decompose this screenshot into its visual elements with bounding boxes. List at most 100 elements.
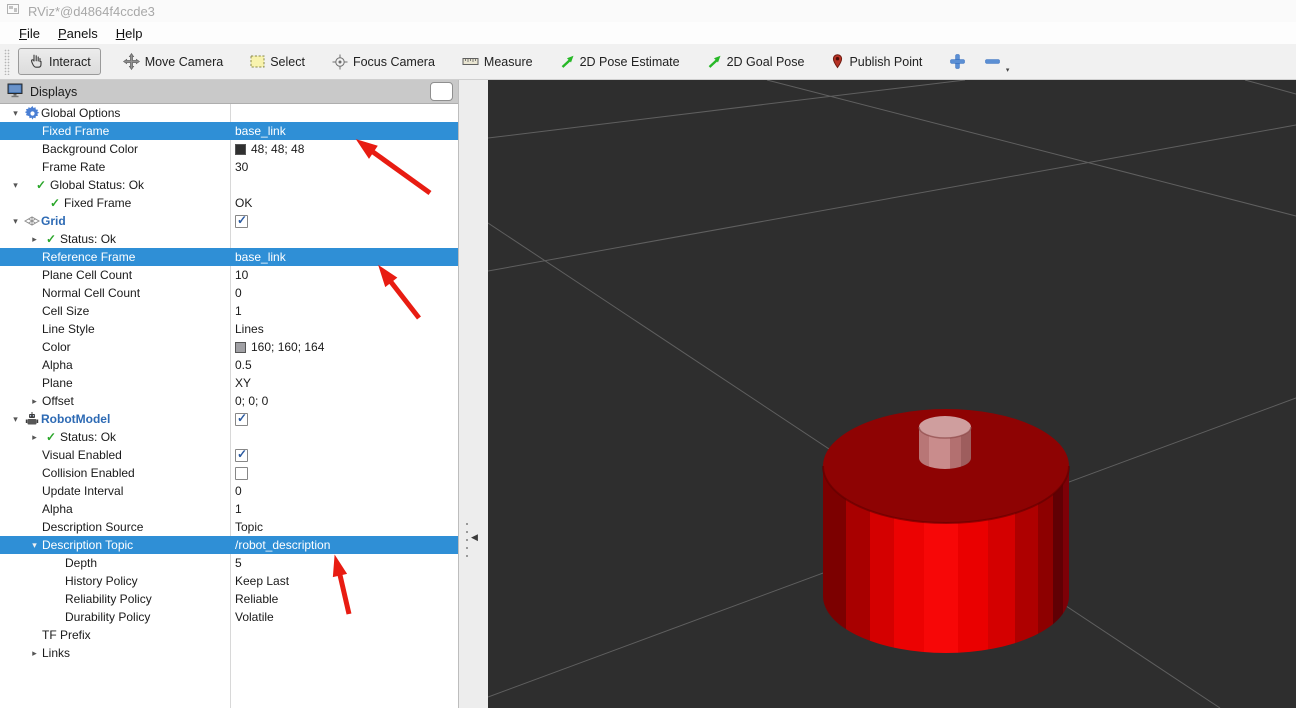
tool-add-tool[interactable]: [949, 53, 966, 70]
tree-row-normal-cell-count[interactable]: Normal Cell Count0: [0, 284, 458, 302]
checkbox-checked[interactable]: ✓: [235, 449, 248, 462]
tree-row-depth[interactable]: Depth5: [0, 554, 458, 572]
tool-interact[interactable]: Interact: [18, 48, 101, 75]
property-value-plane[interactable]: XY: [230, 374, 458, 392]
expander-open-icon[interactable]: ▾: [8, 177, 23, 194]
toolbar-drag-handle[interactable]: [4, 49, 10, 75]
tree-row-visual-enabled[interactable]: Visual Enabled✓: [0, 446, 458, 464]
menu-file[interactable]: File: [10, 24, 49, 43]
tree-row-description-source[interactable]: Description SourceTopic: [0, 518, 458, 536]
property-value-collision-enabled[interactable]: [230, 464, 458, 482]
property-value-reliability-policy[interactable]: Reliable: [230, 590, 458, 608]
tree-row-reliability-policy[interactable]: Reliability PolicyReliable: [0, 590, 458, 608]
property-value-fixed-frame[interactable]: OK: [230, 194, 458, 212]
property-label: RobotModel: [41, 411, 110, 428]
property-value-global-options[interactable]: [230, 104, 458, 122]
property-value-grid[interactable]: ✓: [230, 212, 458, 230]
expander-collapsed-icon[interactable]: ▸: [27, 645, 42, 662]
tree-row-tf-prefix[interactable]: TF Prefix: [0, 626, 458, 644]
property-value-color[interactable]: 160; 160; 164: [230, 338, 458, 356]
tree-row-background-color[interactable]: Background Color48; 48; 48: [0, 140, 458, 158]
property-value-alpha[interactable]: 1: [230, 500, 458, 518]
property-value-background-color[interactable]: 48; 48; 48: [230, 140, 458, 158]
tree-row-alpha[interactable]: Alpha1: [0, 500, 458, 518]
tree-row-frame-rate[interactable]: Frame Rate30: [0, 158, 458, 176]
panel-float-button[interactable]: [430, 82, 453, 101]
property-value-depth[interactable]: 5: [230, 554, 458, 572]
property-value-fixed-frame[interactable]: base_link: [230, 122, 458, 140]
tree-row-reference-frame[interactable]: Reference Framebase_link: [0, 248, 458, 266]
expander-open-icon[interactable]: ▾: [8, 105, 23, 122]
expander-open-icon[interactable]: ▾: [8, 411, 23, 428]
property-value-visual-enabled[interactable]: ✓: [230, 446, 458, 464]
tree-row-status-ok[interactable]: ▸✓Status: Ok: [0, 428, 458, 446]
tool-focus-camera[interactable]: Focus Camera: [332, 54, 435, 70]
property-value-update-interval[interactable]: 0: [230, 482, 458, 500]
tree-row-status-ok[interactable]: ▸✓Status: Ok: [0, 230, 458, 248]
expander-open-icon[interactable]: ▾: [27, 537, 42, 554]
titlebar[interactable]: RViz*@d4864f4ccde3: [0, 0, 1296, 22]
property-value-status-ok[interactable]: [230, 230, 458, 248]
expander-collapsed-icon[interactable]: ▸: [27, 393, 42, 410]
tree-row-plane[interactable]: PlaneXY: [0, 374, 458, 392]
splitter-collapse-icon[interactable]: ◀: [471, 532, 478, 543]
property-value-reference-frame[interactable]: base_link: [230, 248, 458, 266]
property-value-robotmodel[interactable]: ✓: [230, 410, 458, 428]
property-label: Global Options: [41, 105, 120, 122]
3d-viewport[interactable]: [488, 80, 1296, 708]
property-value-offset[interactable]: 0; 0; 0: [230, 392, 458, 410]
dropdown-caret-icon[interactable]: ▾: [1006, 66, 1010, 74]
property-value-alpha[interactable]: 0.5: [230, 356, 458, 374]
tree-row-fixed-frame[interactable]: Fixed Frame base_link: [0, 122, 458, 140]
tree-row-global-options[interactable]: ▾ Global Options: [0, 104, 458, 122]
property-value-plane-cell-count[interactable]: 10: [230, 266, 458, 284]
tree-row-update-interval[interactable]: Update Interval0: [0, 482, 458, 500]
menu-panels[interactable]: Panels: [49, 24, 107, 43]
property-value-tf-prefix[interactable]: [230, 626, 458, 644]
tool-move-camera[interactable]: Move Camera: [123, 53, 224, 70]
tree-row-color[interactable]: Color160; 160; 164: [0, 338, 458, 356]
expander-collapsed-icon[interactable]: ▸: [27, 429, 42, 446]
tree-row-fixed-frame[interactable]: ✓Fixed FrameOK: [0, 194, 458, 212]
property-value-links[interactable]: [230, 644, 458, 662]
tree-row-robotmodel[interactable]: ▾ RobotModel ✓: [0, 410, 458, 428]
panel-splitter[interactable]: ◀: [459, 80, 488, 708]
tree-row-history-policy[interactable]: History PolicyKeep Last: [0, 572, 458, 590]
tree-row-plane-cell-count[interactable]: Plane Cell Count10: [0, 266, 458, 284]
checkbox-unchecked[interactable]: [235, 467, 248, 480]
menu-help[interactable]: Help: [107, 24, 152, 43]
property-value-durability-policy[interactable]: Volatile: [230, 608, 458, 626]
displays-panel-header[interactable]: Displays: [0, 80, 458, 104]
tree-row-description-topic[interactable]: ▾Description Topic/robot_description: [0, 536, 458, 554]
property-value-global-status-ok[interactable]: [230, 176, 458, 194]
property-value-frame-rate[interactable]: 30: [230, 158, 458, 176]
tree-row-line-style[interactable]: Line StyleLines: [0, 320, 458, 338]
check-icon: ✓: [32, 177, 50, 194]
tool-remove-tool[interactable]: ▾: [984, 53, 1001, 70]
tool-measure[interactable]: Measure: [462, 55, 533, 69]
property-label: Fixed Frame: [42, 123, 109, 140]
tool-2d-goal-pose[interactable]: 2D Goal Pose: [707, 54, 805, 69]
property-value-cell-size[interactable]: 1: [230, 302, 458, 320]
tree-row-grid[interactable]: ▾Grid✓: [0, 212, 458, 230]
tree-row-links[interactable]: ▸Links: [0, 644, 458, 662]
expander-collapsed-icon[interactable]: ▸: [27, 231, 42, 248]
property-value-status-ok[interactable]: [230, 428, 458, 446]
property-value-description-topic[interactable]: /robot_description: [230, 536, 458, 554]
tree-row-global-status-ok[interactable]: ▾✓Global Status: Ok: [0, 176, 458, 194]
checkbox-checked[interactable]: ✓: [235, 215, 248, 228]
tree-row-offset[interactable]: ▸Offset0; 0; 0: [0, 392, 458, 410]
tree-row-collision-enabled[interactable]: Collision Enabled: [0, 464, 458, 482]
expander-open-icon[interactable]: ▾: [8, 213, 23, 230]
property-value-line-style[interactable]: Lines: [230, 320, 458, 338]
property-value-history-policy[interactable]: Keep Last: [230, 572, 458, 590]
tool-publish-point[interactable]: Publish Point: [831, 54, 922, 69]
tree-row-durability-policy[interactable]: Durability PolicyVolatile: [0, 608, 458, 626]
tool-select[interactable]: Select: [250, 55, 305, 69]
tree-row-alpha[interactable]: Alpha0.5: [0, 356, 458, 374]
property-value-normal-cell-count[interactable]: 0: [230, 284, 458, 302]
property-value-description-source[interactable]: Topic: [230, 518, 458, 536]
tree-row-cell-size[interactable]: Cell Size1: [0, 302, 458, 320]
tool-2d-pose-estimate[interactable]: 2D Pose Estimate: [560, 54, 680, 69]
checkbox-checked[interactable]: ✓: [235, 413, 248, 426]
